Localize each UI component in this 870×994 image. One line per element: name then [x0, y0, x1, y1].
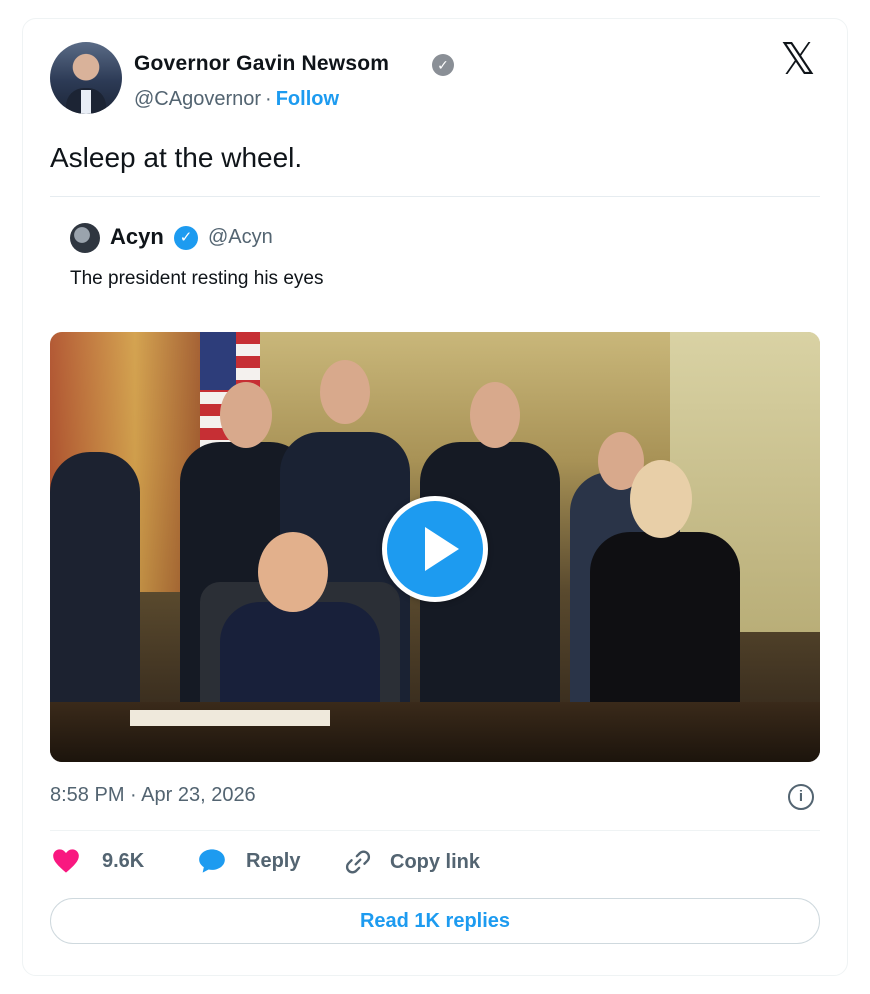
follow-link[interactable]: Follow [276, 88, 339, 110]
quoted-avatar [70, 223, 100, 253]
reply-icon [199, 849, 225, 873]
quoted-tweet[interactable] [50, 196, 820, 324]
divider [50, 830, 820, 831]
author-handle[interactable]: @CAgovernor [134, 88, 261, 110]
seated-person-head [258, 532, 328, 612]
quoted-text: The president resting his eyes [70, 268, 324, 289]
quoted-author-name: Acyn [110, 224, 164, 249]
like-button[interactable]: 9.6K [52, 848, 144, 874]
play-icon[interactable] [382, 496, 488, 602]
verified-badge-icon: ✓ [432, 54, 454, 76]
person-head [320, 360, 370, 424]
heart-icon [53, 849, 79, 873]
reply-button[interactable]: Reply [198, 848, 300, 874]
link-icon [345, 850, 371, 874]
copy-link-label: Copy link [390, 850, 481, 873]
person-figure [50, 452, 140, 732]
tweet-text: Asleep at the wheel. [50, 142, 303, 173]
separator: · [265, 88, 272, 110]
info-icon[interactable]: i [788, 784, 814, 810]
copy-link-button[interactable]: Copy link [344, 848, 480, 876]
quoted-author-handle: @Acyn [208, 226, 273, 248]
reply-label: Reply [246, 849, 301, 872]
read-replies-button[interactable]: Read 1K replies [50, 898, 820, 944]
author-name[interactable]: Governor Gavin Newsom [134, 52, 389, 76]
author-avatar[interactable] [50, 42, 122, 114]
timestamp[interactable]: 8:58 PM · Apr 23, 2026 [50, 784, 256, 807]
author-handle-line: @CAgovernor · Follow [134, 88, 339, 111]
person-head [220, 382, 272, 448]
x-logo-icon[interactable]: 𝕏 [778, 38, 818, 82]
quoted-verified-icon: ✓ [174, 226, 198, 250]
like-count: 9.6K [102, 849, 145, 872]
person-head [470, 382, 520, 448]
document [130, 710, 330, 726]
person-head [630, 460, 692, 538]
